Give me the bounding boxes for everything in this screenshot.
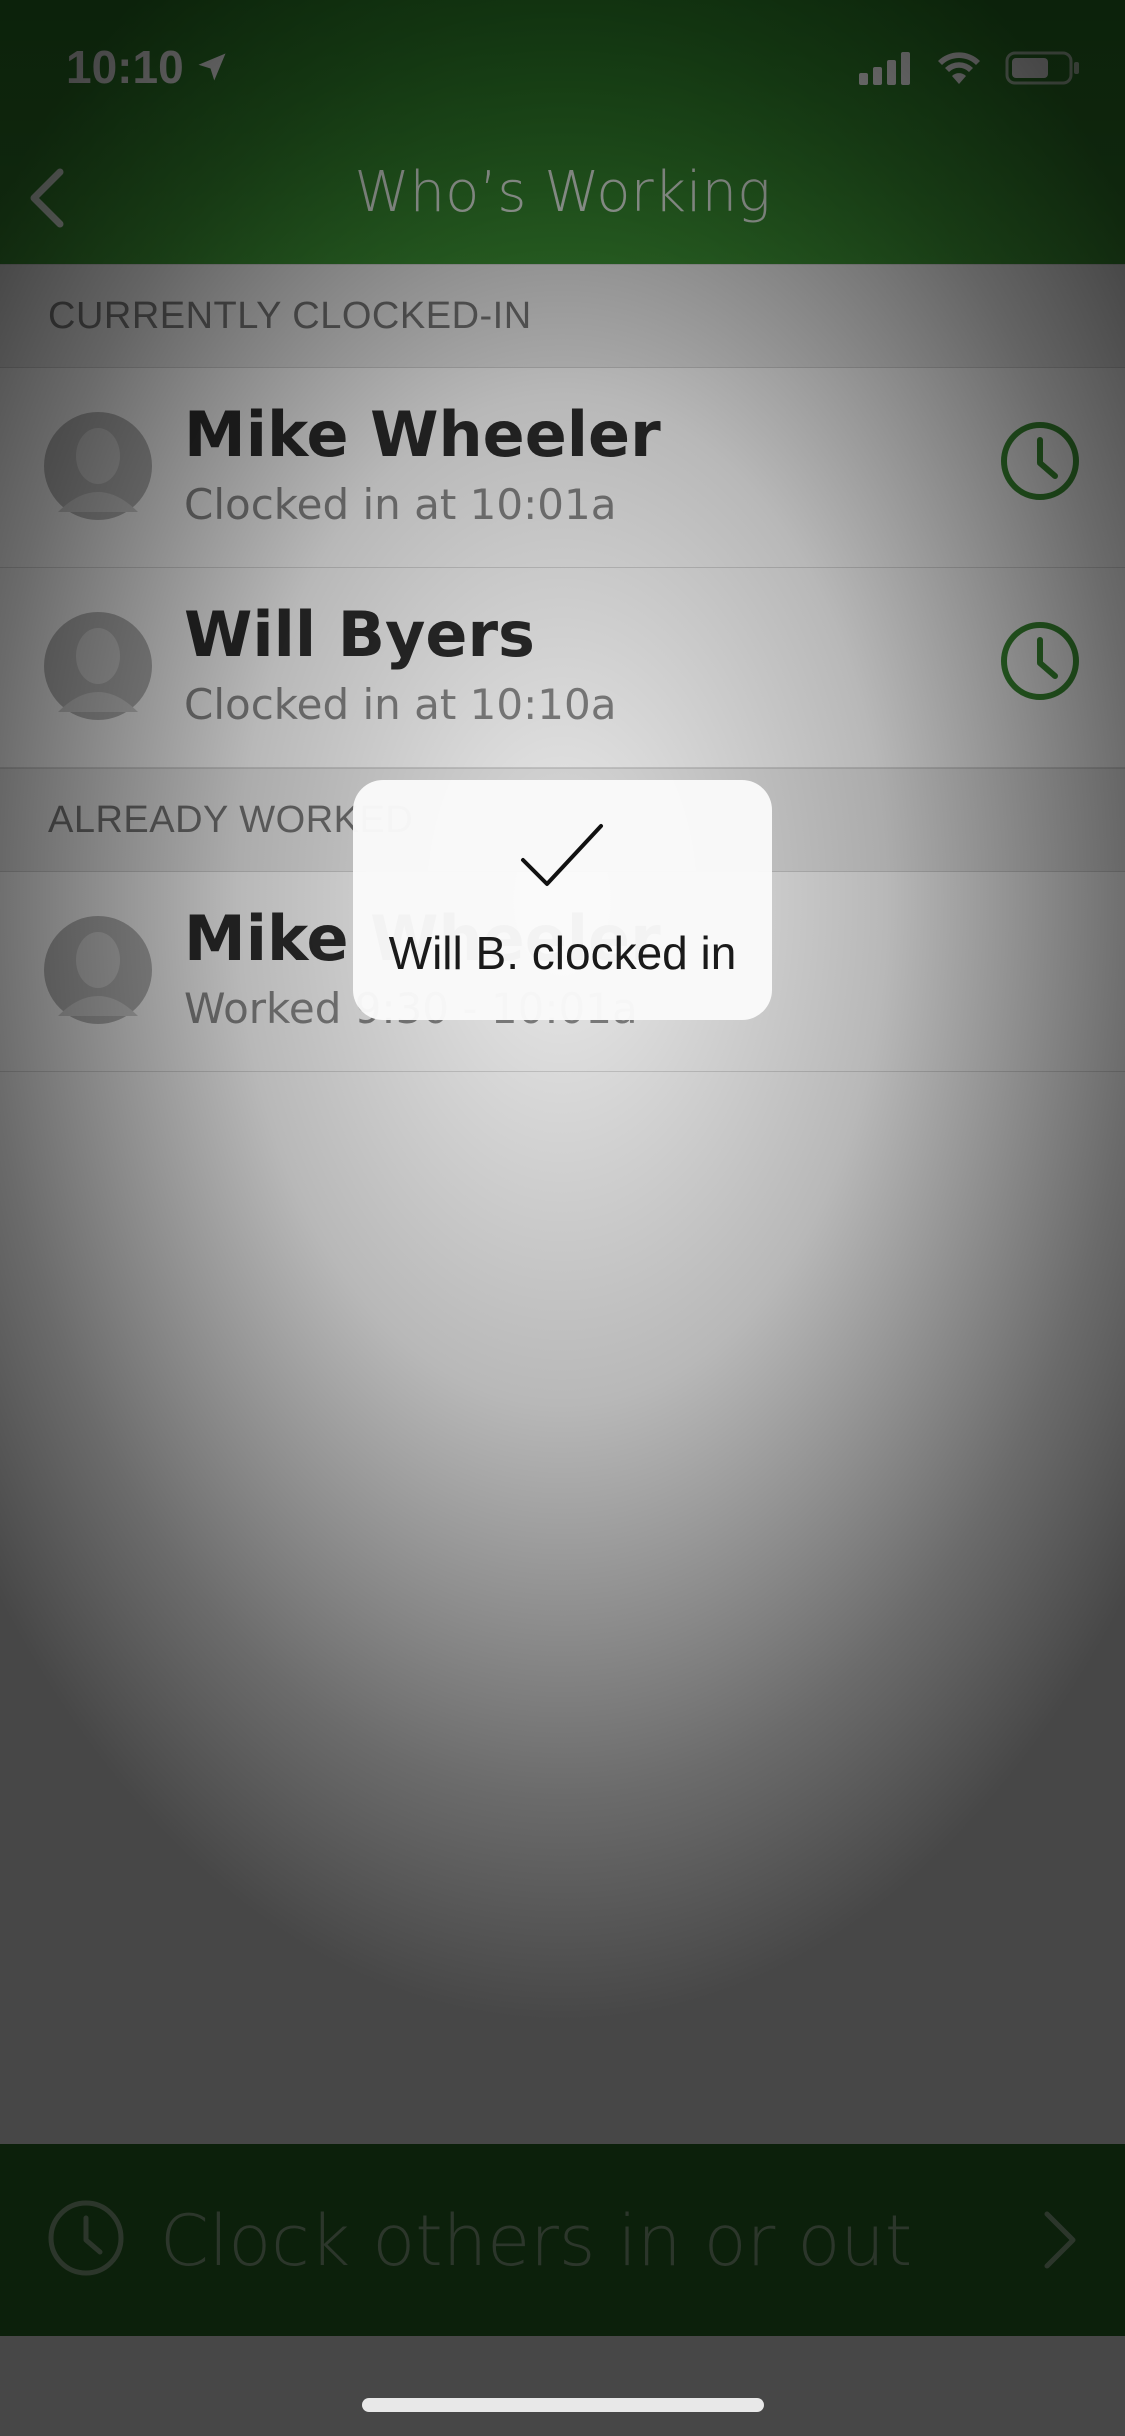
list-item[interactable]: Mike Wheeler Clocked in at 10:01a xyxy=(0,368,1125,568)
clock-icon[interactable] xyxy=(999,420,1081,502)
avatar-placeholder-icon xyxy=(44,612,152,720)
avatar-placeholder-icon xyxy=(44,916,152,1024)
home-indicator[interactable] xyxy=(362,2398,764,2412)
employee-name: Will Byers xyxy=(184,598,535,671)
chevron-right-icon xyxy=(1044,2211,1076,2269)
home-indicator-area xyxy=(0,2336,1125,2436)
status-bar-indicators xyxy=(859,50,1081,86)
who-working-list: CURRENTLY CLOCKED-IN Mike Wheeler Clocke… xyxy=(0,264,1125,2144)
cellular-signal-icon xyxy=(859,52,910,85)
location-arrow-icon xyxy=(198,53,226,81)
clock-others-label: Clock others in or out xyxy=(160,2200,913,2282)
status-bar-time: 10:10 xyxy=(66,40,230,94)
section-header-label: CURRENTLY CLOCKED-IN xyxy=(48,295,532,337)
clock-icon[interactable] xyxy=(999,620,1081,702)
status-time-text: 10:10 xyxy=(66,41,184,93)
app-header: 10:10 Who’s Working xyxy=(0,0,1125,264)
clock-icon xyxy=(48,2200,124,2276)
battery-icon xyxy=(1005,51,1079,85)
toast-message: Will B. clocked in xyxy=(388,927,737,979)
avatar-placeholder-icon xyxy=(44,412,152,520)
clock-status: Clocked in at 10:01a xyxy=(184,480,617,529)
page-title: Who’s Working xyxy=(354,160,771,225)
clock-others-button[interactable]: Clock others in or out xyxy=(0,2144,1125,2336)
checkmark-icon xyxy=(521,824,603,886)
section-header-clocked-in: CURRENTLY CLOCKED-IN xyxy=(0,264,1125,368)
list-item[interactable]: Will Byers Clocked in at 10:10a xyxy=(0,568,1125,768)
clock-status: Clocked in at 10:10a xyxy=(184,680,617,729)
success-toast: Will B. clocked in xyxy=(353,780,772,1020)
wifi-icon xyxy=(938,52,980,84)
employee-name: Mike Wheeler xyxy=(184,398,661,471)
